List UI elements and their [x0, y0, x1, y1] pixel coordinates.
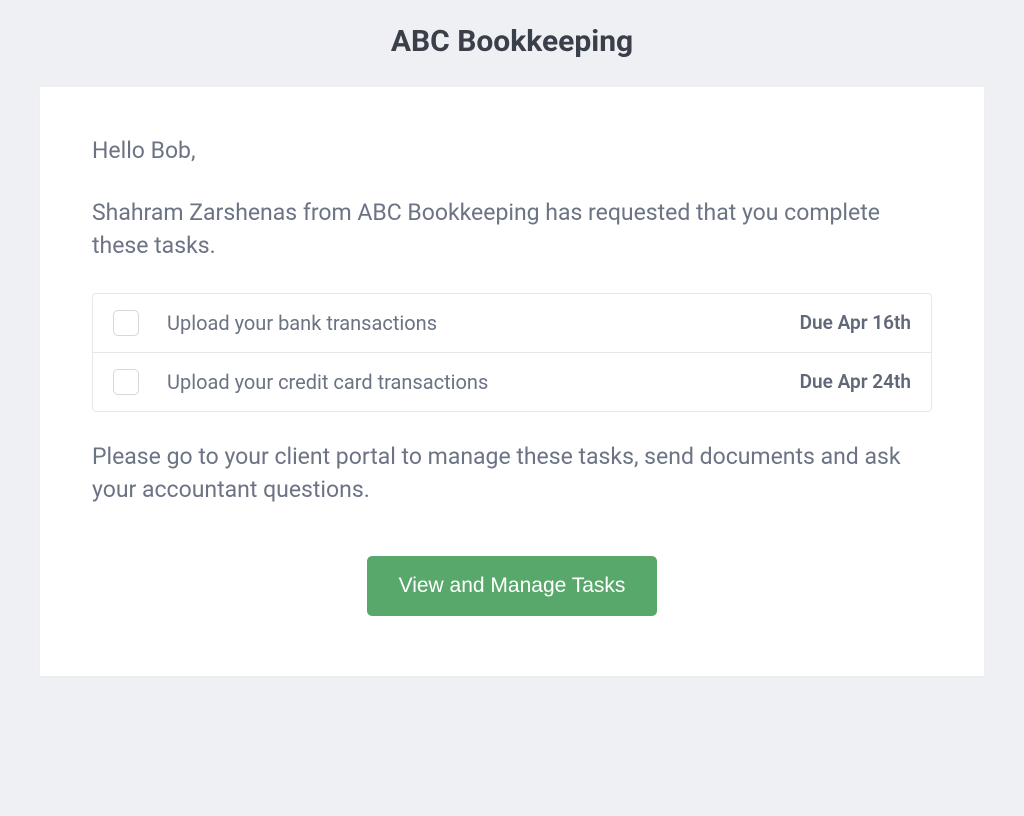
task-list: Upload your bank transactions Due Apr 16…: [92, 293, 932, 412]
page-title: ABC Bookkeeping: [0, 0, 1024, 87]
task-title: Upload your bank transactions: [167, 311, 784, 335]
task-row: Upload your bank transactions Due Apr 16…: [93, 294, 931, 353]
instructions-text: Please go to your client portal to manag…: [92, 440, 932, 507]
task-due-date: Due Apr 24th: [800, 370, 911, 393]
task-row: Upload your credit card transactions Due…: [93, 353, 931, 411]
task-checkbox[interactable]: [113, 369, 139, 395]
task-checkbox[interactable]: [113, 310, 139, 336]
task-due-date: Due Apr 16th: [800, 311, 911, 334]
email-card: Hello Bob, Shahram Zarshenas from ABC Bo…: [40, 87, 984, 676]
greeting-text: Hello Bob,: [92, 137, 932, 164]
cta-wrap: View and Manage Tasks: [92, 556, 932, 616]
intro-text: Shahram Zarshenas from ABC Bookkeeping h…: [92, 196, 932, 263]
view-manage-tasks-button[interactable]: View and Manage Tasks: [367, 556, 658, 616]
task-title: Upload your credit card transactions: [167, 370, 784, 394]
